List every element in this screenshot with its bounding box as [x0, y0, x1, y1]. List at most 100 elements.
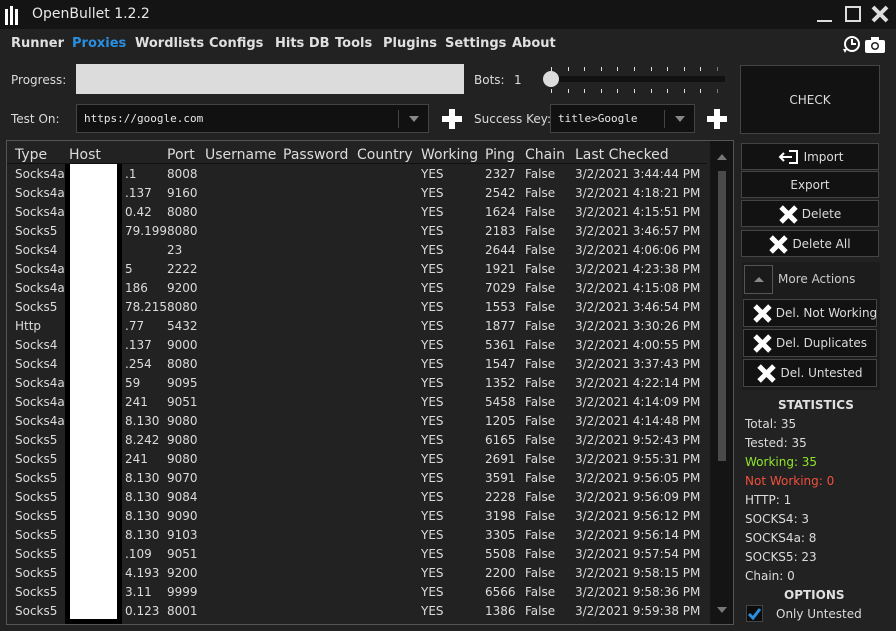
- cell-chain: False: [525, 509, 556, 523]
- scrollbar-thumb[interactable]: [718, 171, 726, 461]
- app-title: OpenBullet 1.2.2: [32, 6, 150, 22]
- column-username[interactable]: Username: [205, 147, 276, 163]
- add-success-key-button[interactable]: [706, 108, 728, 130]
- cell-chain: False: [525, 604, 556, 618]
- cell-ping: 5458: [485, 395, 516, 409]
- success-key-combobox[interactable]: title>Google: [550, 104, 695, 133]
- cell-last: 3/2/2021 9:55:31 PM: [575, 452, 701, 466]
- maximize-icon[interactable]: [843, 4, 863, 24]
- cell-port: 2222: [167, 262, 198, 276]
- cell-type: Socks5: [15, 224, 58, 238]
- scroll-up-icon[interactable]: [717, 154, 727, 160]
- check-button[interactable]: CHECK: [740, 65, 880, 134]
- delete-all-button[interactable]: Delete All: [741, 230, 879, 257]
- cell-working: YES: [421, 205, 444, 219]
- delete-icon: [779, 205, 797, 223]
- cell-working: YES: [421, 376, 444, 390]
- camera-icon[interactable]: [864, 35, 886, 55]
- column-ping[interactable]: Ping: [485, 147, 515, 163]
- slider-tick: [700, 89, 702, 93]
- minimize-icon[interactable]: [815, 4, 835, 24]
- cell-type: Socks5: [15, 509, 58, 523]
- slider-tick: [600, 67, 602, 71]
- del-not-working-button[interactable]: Del. Not Working: [743, 299, 877, 327]
- cell-port: 9999: [167, 585, 198, 599]
- menu-proxies[interactable]: Proxies: [72, 36, 126, 51]
- only-untested-checkbox[interactable]: [746, 605, 763, 622]
- cell-port: 9095: [167, 376, 198, 390]
- cell-type: Socks4: [15, 357, 58, 371]
- column-port[interactable]: Port: [167, 147, 195, 163]
- cell-last: 3/2/2021 4:15:51 PM: [575, 205, 701, 219]
- more-actions-toggle[interactable]: [744, 265, 773, 294]
- cell-port: 9084: [167, 490, 198, 504]
- stat-total: Total: 35: [745, 417, 797, 431]
- scroll-down-icon[interactable]: [717, 607, 727, 613]
- add-test-site-button[interactable]: [441, 108, 463, 130]
- cell-chain: False: [525, 205, 556, 219]
- cell-working: YES: [421, 604, 444, 618]
- chevron-down-icon[interactable]: [675, 116, 685, 122]
- test-on-combobox[interactable]: https://google.com: [76, 104, 429, 133]
- slider-tick: [717, 89, 718, 93]
- cell-chain: False: [525, 376, 556, 390]
- cell-ping: 5508: [485, 547, 516, 561]
- cell-chain: False: [525, 224, 556, 238]
- cell-working: YES: [421, 186, 444, 200]
- import-button[interactable]: Import: [741, 143, 879, 170]
- column-chain[interactable]: Chain: [525, 147, 565, 163]
- menu-plugins[interactable]: Plugins: [383, 36, 437, 51]
- menu-about[interactable]: About: [512, 36, 556, 51]
- stat-not-working: Not Working: 0: [745, 474, 835, 488]
- column-type[interactable]: Type: [15, 147, 47, 163]
- history-icon[interactable]: [841, 35, 861, 55]
- bots-slider[interactable]: [540, 65, 726, 95]
- cell-last: 3/2/2021 9:57:54 PM: [575, 547, 701, 561]
- cell-ping: 2644: [485, 243, 516, 257]
- slider-tick: [567, 89, 569, 93]
- cell-chain: False: [525, 319, 556, 333]
- menu-wordlists[interactable]: Wordlists: [135, 36, 204, 51]
- menu-settings[interactable]: Settings: [445, 36, 506, 51]
- cell-last: 3/2/2021 4:14:48 PM: [575, 414, 701, 428]
- delete-button[interactable]: Delete: [741, 200, 879, 227]
- cell-last: 3/2/2021 3:46:57 PM: [575, 224, 701, 238]
- column-working[interactable]: Working: [421, 147, 478, 163]
- del-duplicates-button[interactable]: Del. Duplicates: [743, 329, 877, 357]
- delete-icon: [753, 304, 771, 322]
- del-untested-button[interactable]: Del. Untested: [743, 359, 877, 387]
- export-label: Export: [790, 177, 830, 192]
- menu-hits-db[interactable]: Hits DB: [275, 36, 330, 51]
- cell-chain: False: [525, 167, 556, 181]
- menu-tools[interactable]: Tools: [335, 36, 372, 51]
- cell-port: 8080: [167, 205, 198, 219]
- cell-working: YES: [421, 509, 444, 523]
- column-password[interactable]: Password: [283, 147, 348, 163]
- slider-thumb[interactable]: [543, 71, 559, 87]
- stat-socks4a: SOCKS4a: 8: [745, 531, 817, 545]
- cell-host: 8.130: [125, 528, 160, 542]
- column-last-checked[interactable]: Last Checked: [575, 147, 669, 163]
- slider-tick: [551, 89, 552, 93]
- cell-working: YES: [421, 471, 444, 485]
- cell-ping: 2327: [485, 167, 516, 181]
- menu-configs[interactable]: Configs: [209, 36, 263, 51]
- close-icon[interactable]: [870, 4, 890, 24]
- del-duplicates-label: Del. Duplicates: [775, 336, 867, 350]
- menu-runner[interactable]: Runner: [11, 36, 64, 51]
- column-host[interactable]: Host: [69, 147, 101, 163]
- cell-port: 9160: [167, 186, 198, 200]
- vertical-scrollbar[interactable]: [710, 141, 733, 624]
- del-untested-label: Del. Untested: [780, 366, 863, 380]
- cell-last: 3/2/2021 3:46:54 PM: [575, 300, 701, 314]
- test-on-label: Test On:: [11, 112, 60, 126]
- chevron-down-icon[interactable]: [409, 116, 419, 122]
- column-country[interactable]: Country: [357, 147, 413, 163]
- cell-port: 9051: [167, 395, 198, 409]
- checkmark-icon: [747, 608, 762, 621]
- cell-chain: False: [525, 547, 556, 561]
- slider-tick: [667, 89, 669, 93]
- cell-last: 3/2/2021 4:14:09 PM: [575, 395, 701, 409]
- slider-tick: [584, 67, 586, 71]
- export-button[interactable]: Export: [741, 171, 879, 198]
